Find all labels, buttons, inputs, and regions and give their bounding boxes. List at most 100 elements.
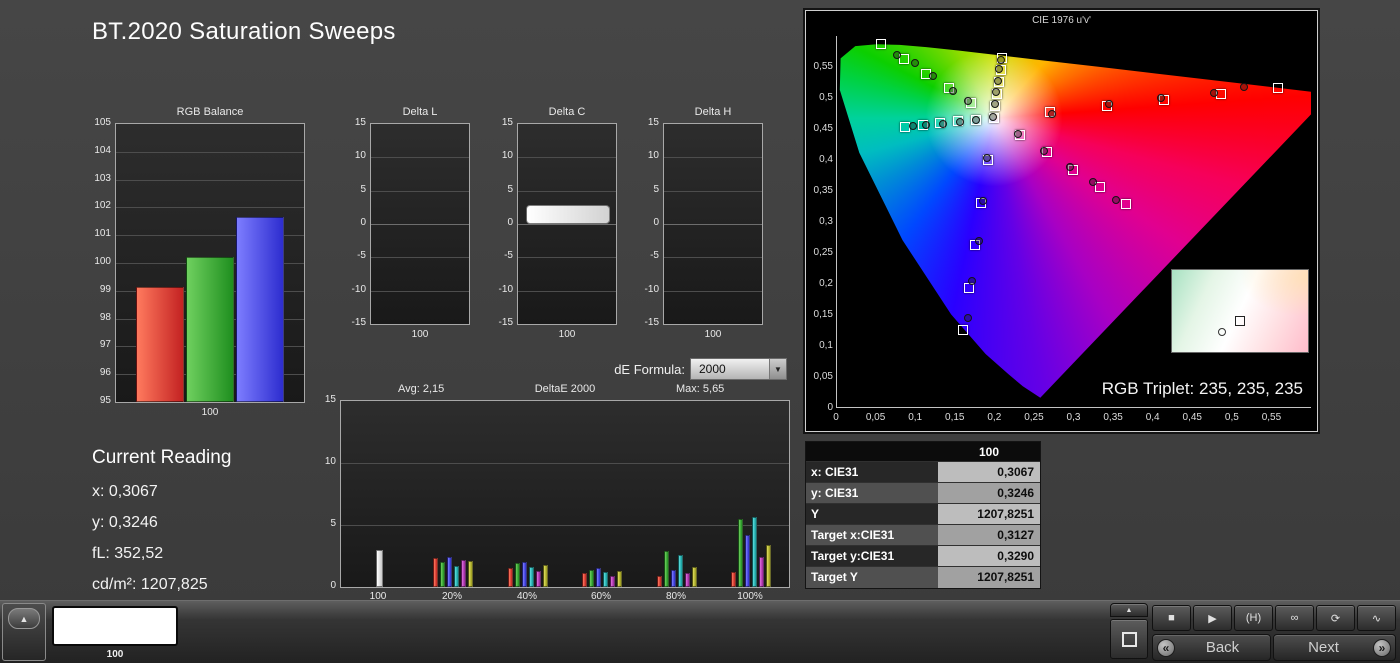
cie-diagram-panel: CIE 1976 u'v' RGB Triplet: 235, 235, 235… (805, 10, 1318, 432)
measurement-marker (983, 154, 991, 162)
yellow-bar (617, 571, 622, 587)
table-row: Y1207,8251 (806, 504, 1040, 525)
next-button[interactable]: Next » (1273, 634, 1396, 661)
red-bar (582, 573, 587, 587)
chevron-down-icon: ▼ (769, 359, 786, 379)
eject-button[interactable]: ▲ (8, 608, 40, 629)
gridline (371, 224, 469, 225)
measurement-marker (893, 51, 901, 59)
next-label: Next (1274, 639, 1373, 656)
gridline (341, 525, 789, 526)
window-pattern-button[interactable] (1110, 619, 1148, 659)
y-tick-label: 5 (296, 518, 336, 529)
inset-measurement-marker (1218, 328, 1226, 336)
measurement-marker (997, 56, 1005, 64)
table-row: Target Y1207,8251 (806, 567, 1040, 588)
x-tick-label: 0,5 (1225, 412, 1239, 423)
loop-button[interactable]: ⟳ (1316, 605, 1355, 631)
white-bar (376, 550, 383, 587)
table-header-row: 100 (806, 442, 1040, 462)
table-label-cell: x: CIE31 (806, 462, 938, 482)
chart-title: RGB Balance (115, 106, 305, 118)
stop-icon: ■ (1168, 612, 1175, 624)
play-icon: ▶ (1208, 612, 1216, 625)
y-tick-label: 0,25 (808, 247, 833, 258)
y-tick-label: 105 (71, 117, 111, 128)
y-tick-label: 15 (619, 117, 659, 128)
y-tick-label: 15 (326, 117, 366, 128)
magenta-bar (685, 573, 690, 587)
table-value-cell: 1207,8251 (938, 504, 1040, 524)
hold-button[interactable]: (H) (1234, 605, 1273, 631)
measurement-marker (1157, 94, 1165, 102)
green-bar (664, 551, 669, 587)
white-point-inset (1171, 269, 1309, 353)
de-formula-select[interactable]: 2000 ▼ (690, 358, 787, 380)
current-pattern-swatch[interactable] (52, 606, 178, 646)
y-tick-label: -10 (473, 284, 513, 295)
y-tick-label: 5 (619, 184, 659, 195)
blue-bar (745, 535, 750, 587)
back-button[interactable]: « Back (1152, 634, 1271, 661)
table-label-cell: y: CIE31 (806, 483, 938, 503)
blue-bar (236, 217, 284, 402)
deltae-max-label: Max: 5,65 (676, 383, 724, 395)
table-row: y: CIE310,3246 (806, 483, 1040, 504)
hold-icon: (H) (1246, 612, 1261, 624)
cyan-bar (678, 555, 683, 587)
y-tick-label: 0 (326, 217, 366, 228)
y-tick-label: 0,5 (808, 92, 833, 103)
measurement-marker (909, 122, 917, 130)
y-tick-label: 0 (619, 217, 659, 228)
x-tick-label: 0,3 (1067, 412, 1081, 423)
table-label-cell: Y (806, 504, 938, 524)
cyan-bar (454, 566, 459, 587)
gridline (518, 157, 616, 158)
blue-bar (522, 562, 527, 587)
y-tick-label: 99 (71, 284, 111, 295)
measurement-marker (994, 77, 1002, 85)
measurement-marker (1089, 178, 1097, 186)
pattern-up-button[interactable]: ▲ (1110, 603, 1148, 617)
stop-button[interactable]: ■ (1152, 605, 1191, 631)
table-header-cell: 100 (938, 442, 1040, 461)
y-tick-label: 0,2 (808, 278, 833, 289)
yellow-bar (692, 567, 697, 587)
reading-y: y: 0,3246 (92, 514, 231, 532)
y-tick-label: 5 (326, 184, 366, 195)
y-tick-label: 0,35 (808, 185, 833, 196)
yellow-bar (543, 565, 548, 587)
y-tick-label: 15 (296, 394, 336, 405)
gridline (664, 257, 762, 258)
y-tick-label: 0,55 (808, 61, 833, 72)
x-tick-label: 0,05 (866, 412, 885, 423)
cyan-bar (603, 572, 608, 587)
measurement-marker (1048, 110, 1056, 118)
sweep-button[interactable]: ∿ (1357, 605, 1396, 631)
y-tick-label: 97 (71, 339, 111, 350)
y-tick-label: 95 (71, 395, 111, 406)
measurement-marker (1105, 100, 1113, 108)
x-tick-label: 0,55 (1262, 412, 1281, 423)
plot-area (370, 123, 470, 325)
measurement-marker (1112, 196, 1120, 204)
red-bar (731, 572, 736, 587)
x-axis-label: 100 (115, 407, 305, 418)
y-tick-label: 10 (473, 150, 513, 161)
continuous-read-button[interactable]: ∞ (1275, 605, 1314, 631)
table-row: x: CIE310,3067 (806, 462, 1040, 483)
plot-area (517, 123, 617, 325)
infinity-icon: ∞ (1291, 612, 1299, 624)
y-tick-label: 0 (808, 402, 833, 413)
up-icon: ▲ (1126, 607, 1133, 614)
x-tick-label: 0,35 (1103, 412, 1122, 423)
play-button[interactable]: ▶ (1193, 605, 1232, 631)
delta-h-chart: Delta H 100 151050-5-10-15 (663, 123, 763, 325)
magenta-bar (610, 576, 615, 587)
magenta-bar (536, 571, 541, 587)
reading-x: x: 0,3067 (92, 483, 231, 501)
green-bar (515, 563, 520, 587)
table-row: Target y:CIE310,3290 (806, 546, 1040, 567)
gridline (116, 207, 304, 208)
rgb-balance-chart: RGB Balance 100 105104103102101100999897… (115, 123, 305, 403)
